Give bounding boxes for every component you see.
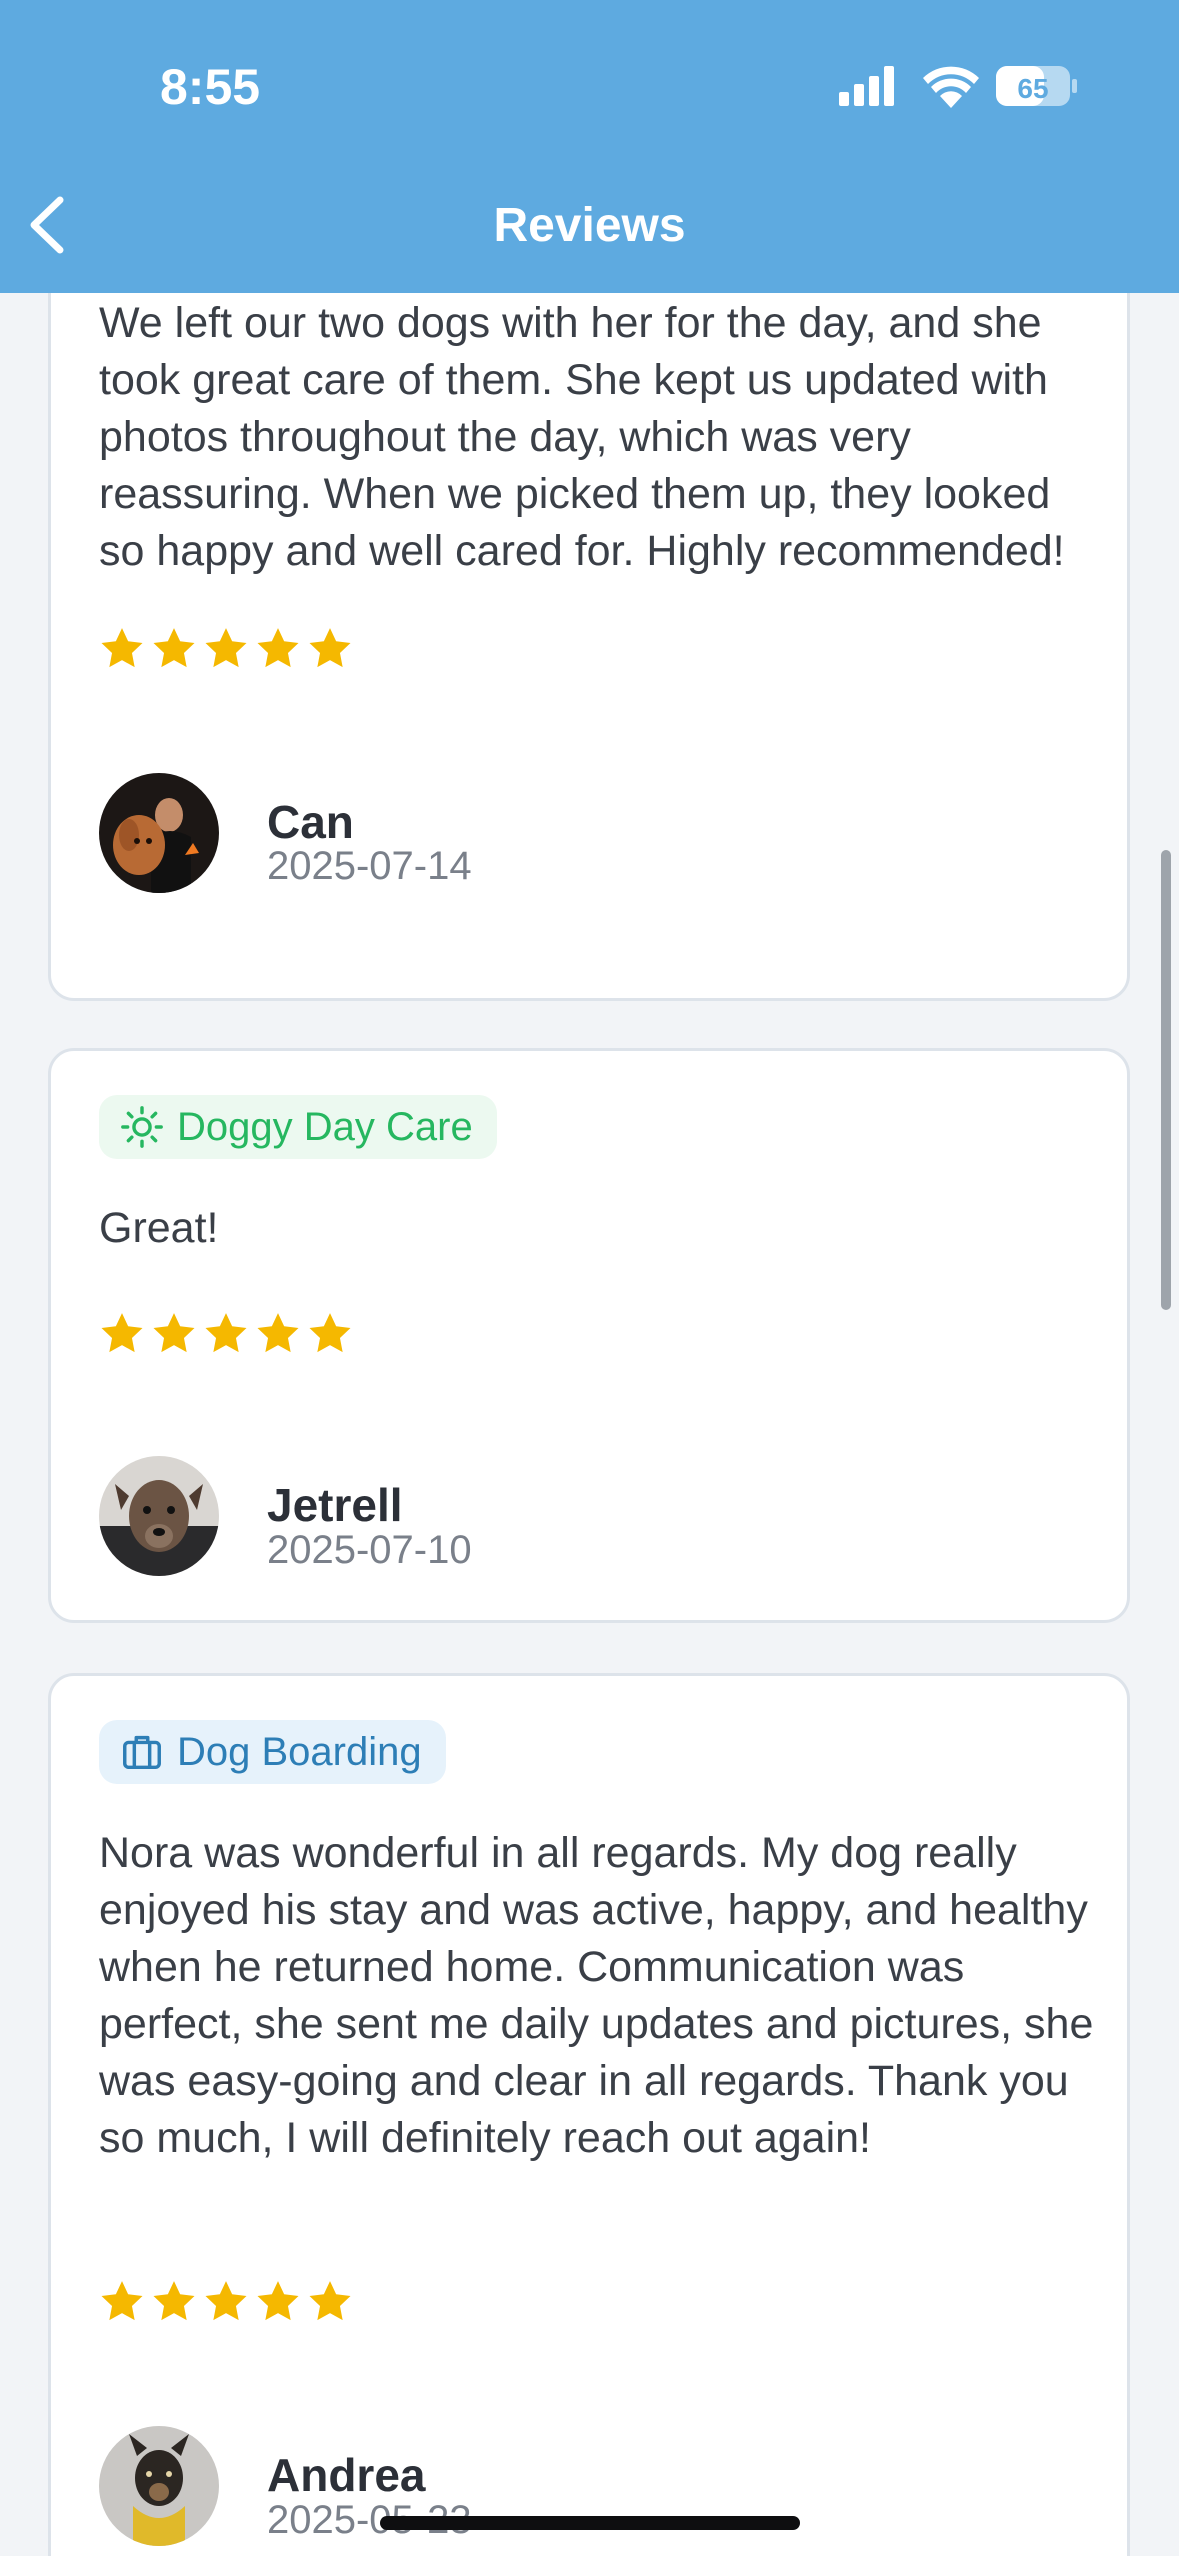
star-icon bbox=[307, 625, 353, 671]
reviewer-avatar bbox=[99, 1456, 219, 1576]
reviews-list[interactable]: We left our two dogs with her for the da… bbox=[0, 293, 1179, 2556]
star-icon bbox=[307, 2278, 353, 2324]
star-icon bbox=[203, 1310, 249, 1356]
page-title: Reviews bbox=[493, 199, 686, 252]
suitcase-icon bbox=[123, 1735, 161, 1770]
review-card: Dog Boarding Nora was wonderful in all r… bbox=[48, 1673, 1130, 2556]
scrollbar[interactable] bbox=[1161, 850, 1171, 1310]
wifi-icon bbox=[923, 66, 979, 108]
status-time: 8:55 bbox=[160, 59, 261, 115]
service-tag: Doggy Day Care bbox=[99, 1095, 497, 1159]
review-date: 2025-07-14 bbox=[267, 844, 472, 888]
home-indicator[interactable] bbox=[380, 2516, 800, 2530]
star-icon bbox=[99, 1310, 145, 1356]
star-icon bbox=[151, 625, 197, 671]
service-label: Doggy Day Care bbox=[177, 1104, 473, 1149]
star-icon bbox=[203, 2278, 249, 2324]
person-with-dog-avatar bbox=[99, 773, 219, 893]
reviewer-avatar bbox=[99, 773, 219, 893]
review-card: Doggy Day Care Great! Jetrell 2025-07-10 bbox=[48, 1048, 1130, 1623]
service-tag: Dog Boarding bbox=[99, 1720, 446, 1784]
service-label: Dog Boarding bbox=[177, 1729, 422, 1774]
review-text: Nora was wonderful in all regards. My do… bbox=[99, 1829, 1094, 2162]
rating-stars bbox=[99, 1310, 353, 1356]
dog-with-bandana-avatar bbox=[99, 2426, 219, 2546]
battery-icon: 65 bbox=[996, 66, 1077, 106]
sun-icon bbox=[121, 1106, 163, 1148]
reviewer-name: Andrea bbox=[267, 2449, 426, 2501]
reviewer-name: Jetrell bbox=[267, 1479, 403, 1531]
brindle-puppy-avatar bbox=[99, 1456, 219, 1576]
battery-level: 65 bbox=[1017, 73, 1048, 104]
status-icons: 65 bbox=[839, 66, 1077, 108]
star-icon bbox=[255, 1310, 301, 1356]
reviewer-name: Can bbox=[267, 796, 354, 848]
star-icon bbox=[99, 625, 145, 671]
star-icon bbox=[99, 2278, 145, 2324]
reviewer-avatar bbox=[99, 2426, 219, 2546]
star-icon bbox=[151, 1310, 197, 1356]
app-header: 8:55 65 Reviews bbox=[0, 0, 1179, 293]
review-date: 2025-07-10 bbox=[267, 1528, 472, 1572]
star-icon bbox=[151, 2278, 197, 2324]
review-card: We left our two dogs with her for the da… bbox=[48, 293, 1130, 1001]
star-icon bbox=[255, 2278, 301, 2324]
rating-stars bbox=[99, 625, 353, 671]
star-icon bbox=[307, 1310, 353, 1356]
review-text: We left our two dogs with her for the da… bbox=[99, 299, 1065, 575]
star-icon bbox=[255, 625, 301, 671]
rating-stars bbox=[99, 2278, 353, 2324]
star-icon bbox=[203, 625, 249, 671]
cellular-signal-icon bbox=[839, 66, 894, 106]
review-text: Great! bbox=[99, 1204, 219, 1252]
